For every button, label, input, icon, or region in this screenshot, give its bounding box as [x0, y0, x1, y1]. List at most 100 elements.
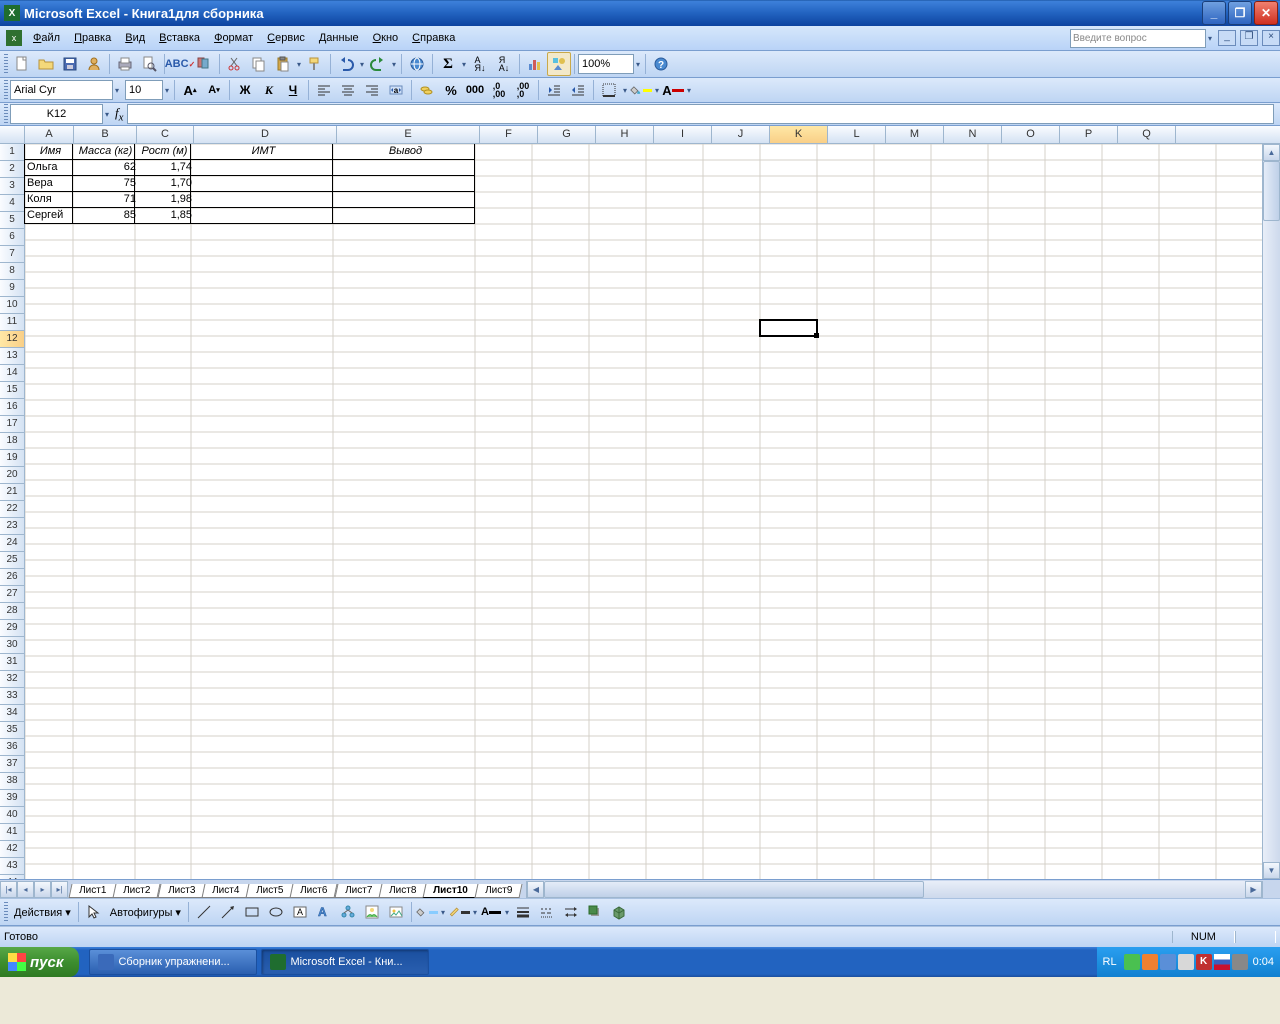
- row-header-24[interactable]: 24: [0, 535, 24, 552]
- redo-icon[interactable]: [366, 52, 390, 76]
- align-right-icon[interactable]: [360, 78, 384, 102]
- col-header-F[interactable]: F: [480, 126, 538, 143]
- scroll-down-icon[interactable]: ▼: [1263, 862, 1280, 879]
- increase-decimal-icon[interactable]: ,0,00: [487, 78, 511, 102]
- font-color-icon[interactable]: A: [661, 78, 685, 102]
- new-file-icon[interactable]: [10, 52, 34, 76]
- doc-restore-button[interactable]: ❐: [1240, 30, 1258, 46]
- clipart-icon[interactable]: [360, 900, 384, 924]
- spellcheck-icon[interactable]: ABC✓: [168, 52, 192, 76]
- select-objects-icon[interactable]: [82, 900, 106, 924]
- paste-icon[interactable]: [271, 52, 295, 76]
- fill-color-icon[interactable]: [629, 78, 653, 102]
- font-name-box[interactable]: Arial Cyr: [10, 80, 113, 100]
- row-header-12[interactable]: 12: [0, 331, 24, 348]
- vertical-scrollbar[interactable]: ▲ ▼: [1262, 144, 1280, 879]
- font-size-box[interactable]: 10: [125, 80, 163, 100]
- row-header-7[interactable]: 7: [0, 246, 24, 263]
- row-header-11[interactable]: 11: [0, 314, 24, 331]
- fx-icon[interactable]: fx: [115, 105, 123, 124]
- row-header-35[interactable]: 35: [0, 722, 24, 739]
- cell-C4[interactable]: 1,98: [135, 192, 194, 208]
- cut-icon[interactable]: [223, 52, 247, 76]
- decrease-indent-icon[interactable]: [542, 78, 566, 102]
- shadow-style-icon[interactable]: [583, 900, 607, 924]
- row-header-33[interactable]: 33: [0, 688, 24, 705]
- help-dropdown-icon[interactable]: ▾: [1206, 27, 1214, 49]
- sheet-tab-Лист1[interactable]: Лист1: [69, 884, 117, 898]
- sheet-tab-Лист9[interactable]: Лист9: [475, 884, 523, 898]
- col-header-J[interactable]: J: [712, 126, 770, 143]
- rectangle-icon[interactable]: [240, 900, 264, 924]
- sheet-tab-Лист2[interactable]: Лист2: [113, 884, 161, 898]
- col-header-B[interactable]: B: [74, 126, 137, 143]
- col-header-M[interactable]: M: [886, 126, 944, 143]
- menu-сервис[interactable]: Сервис: [260, 29, 312, 47]
- cell-A3[interactable]: Вера: [25, 176, 76, 192]
- row-header-26[interactable]: 26: [0, 569, 24, 586]
- percent-icon[interactable]: %: [439, 78, 463, 102]
- start-button[interactable]: пуск: [0, 947, 79, 977]
- tray-volume-icon[interactable]: [1232, 954, 1248, 970]
- name-box[interactable]: K12: [10, 104, 103, 124]
- cell-grid[interactable]: ИмяМасса (кг)Рост (м)ИМТВыводОльга621,74…: [25, 144, 1262, 879]
- row-header-9[interactable]: 9: [0, 280, 24, 297]
- horizontal-scrollbar[interactable]: ◀ ▶: [526, 881, 1262, 898]
- print-icon[interactable]: [113, 52, 137, 76]
- row-header-25[interactable]: 25: [0, 552, 24, 569]
- row-header-10[interactable]: 10: [0, 297, 24, 314]
- paste-dropdown-icon[interactable]: ▾: [295, 53, 303, 75]
- sheet-tab-Лист4[interactable]: Лист4: [201, 884, 249, 898]
- sort-asc-icon[interactable]: АЯ↓: [468, 52, 492, 76]
- row-header-15[interactable]: 15: [0, 382, 24, 399]
- col-header-G[interactable]: G: [538, 126, 596, 143]
- hscroll-thumb[interactable]: [544, 881, 924, 898]
- menu-окно[interactable]: Окно: [366, 29, 406, 47]
- cell-B5[interactable]: 85: [73, 208, 138, 224]
- menu-файл[interactable]: Файл: [26, 29, 67, 47]
- font-size-dropdown-icon[interactable]: ▾: [163, 79, 171, 101]
- open-file-icon[interactable]: [34, 52, 58, 76]
- select-all-corner[interactable]: [0, 126, 25, 143]
- copy-icon[interactable]: [247, 52, 271, 76]
- cell-A4[interactable]: Коля: [25, 192, 76, 208]
- save-icon[interactable]: [58, 52, 82, 76]
- cell-D1[interactable]: ИМТ: [191, 144, 336, 160]
- fill-color-draw-icon[interactable]: [415, 900, 439, 924]
- arrow-icon[interactable]: [216, 900, 240, 924]
- tray-rss-icon[interactable]: [1142, 954, 1158, 970]
- row-header-22[interactable]: 22: [0, 501, 24, 518]
- insert-picture-icon[interactable]: [384, 900, 408, 924]
- sheet-tab-Лист10[interactable]: Лист10: [423, 884, 479, 898]
- row-header-6[interactable]: 6: [0, 229, 24, 246]
- increase-indent-icon[interactable]: [566, 78, 590, 102]
- menu-данные[interactable]: Данные: [312, 29, 366, 47]
- row-header-2[interactable]: 2: [0, 161, 24, 178]
- format-painter-icon[interactable]: [303, 52, 327, 76]
- zoom-dropdown-icon[interactable]: ▾: [634, 53, 642, 75]
- menu-правка[interactable]: Правка: [67, 29, 118, 47]
- increase-font-icon[interactable]: A▴: [178, 78, 202, 102]
- comma-style-icon[interactable]: 000: [463, 78, 487, 102]
- print-preview-icon[interactable]: [137, 52, 161, 76]
- cell-B4[interactable]: 71: [73, 192, 138, 208]
- col-header-Q[interactable]: Q: [1118, 126, 1176, 143]
- autosum-dropdown-icon[interactable]: ▾: [460, 53, 468, 75]
- wordart-icon[interactable]: A: [312, 900, 336, 924]
- col-header-L[interactable]: L: [828, 126, 886, 143]
- chart-wizard-icon[interactable]: [523, 52, 547, 76]
- cell-B3[interactable]: 75: [73, 176, 138, 192]
- permission-icon[interactable]: [82, 52, 106, 76]
- sheet-tab-Лист7[interactable]: Лист7: [334, 884, 382, 898]
- row-header-1[interactable]: 1: [0, 144, 24, 161]
- col-header-E[interactable]: E: [337, 126, 480, 143]
- maximize-button[interactable]: ❐: [1228, 1, 1252, 25]
- font-color-dropdown-icon[interactable]: ▾: [685, 79, 693, 101]
- row-header-19[interactable]: 19: [0, 450, 24, 467]
- row-header-18[interactable]: 18: [0, 433, 24, 450]
- doc-minimize-button[interactable]: _: [1218, 30, 1236, 46]
- document-control-icon[interactable]: x: [6, 30, 22, 46]
- row-header-37[interactable]: 37: [0, 756, 24, 773]
- row-header-5[interactable]: 5: [0, 212, 24, 229]
- row-header-4[interactable]: 4: [0, 195, 24, 212]
